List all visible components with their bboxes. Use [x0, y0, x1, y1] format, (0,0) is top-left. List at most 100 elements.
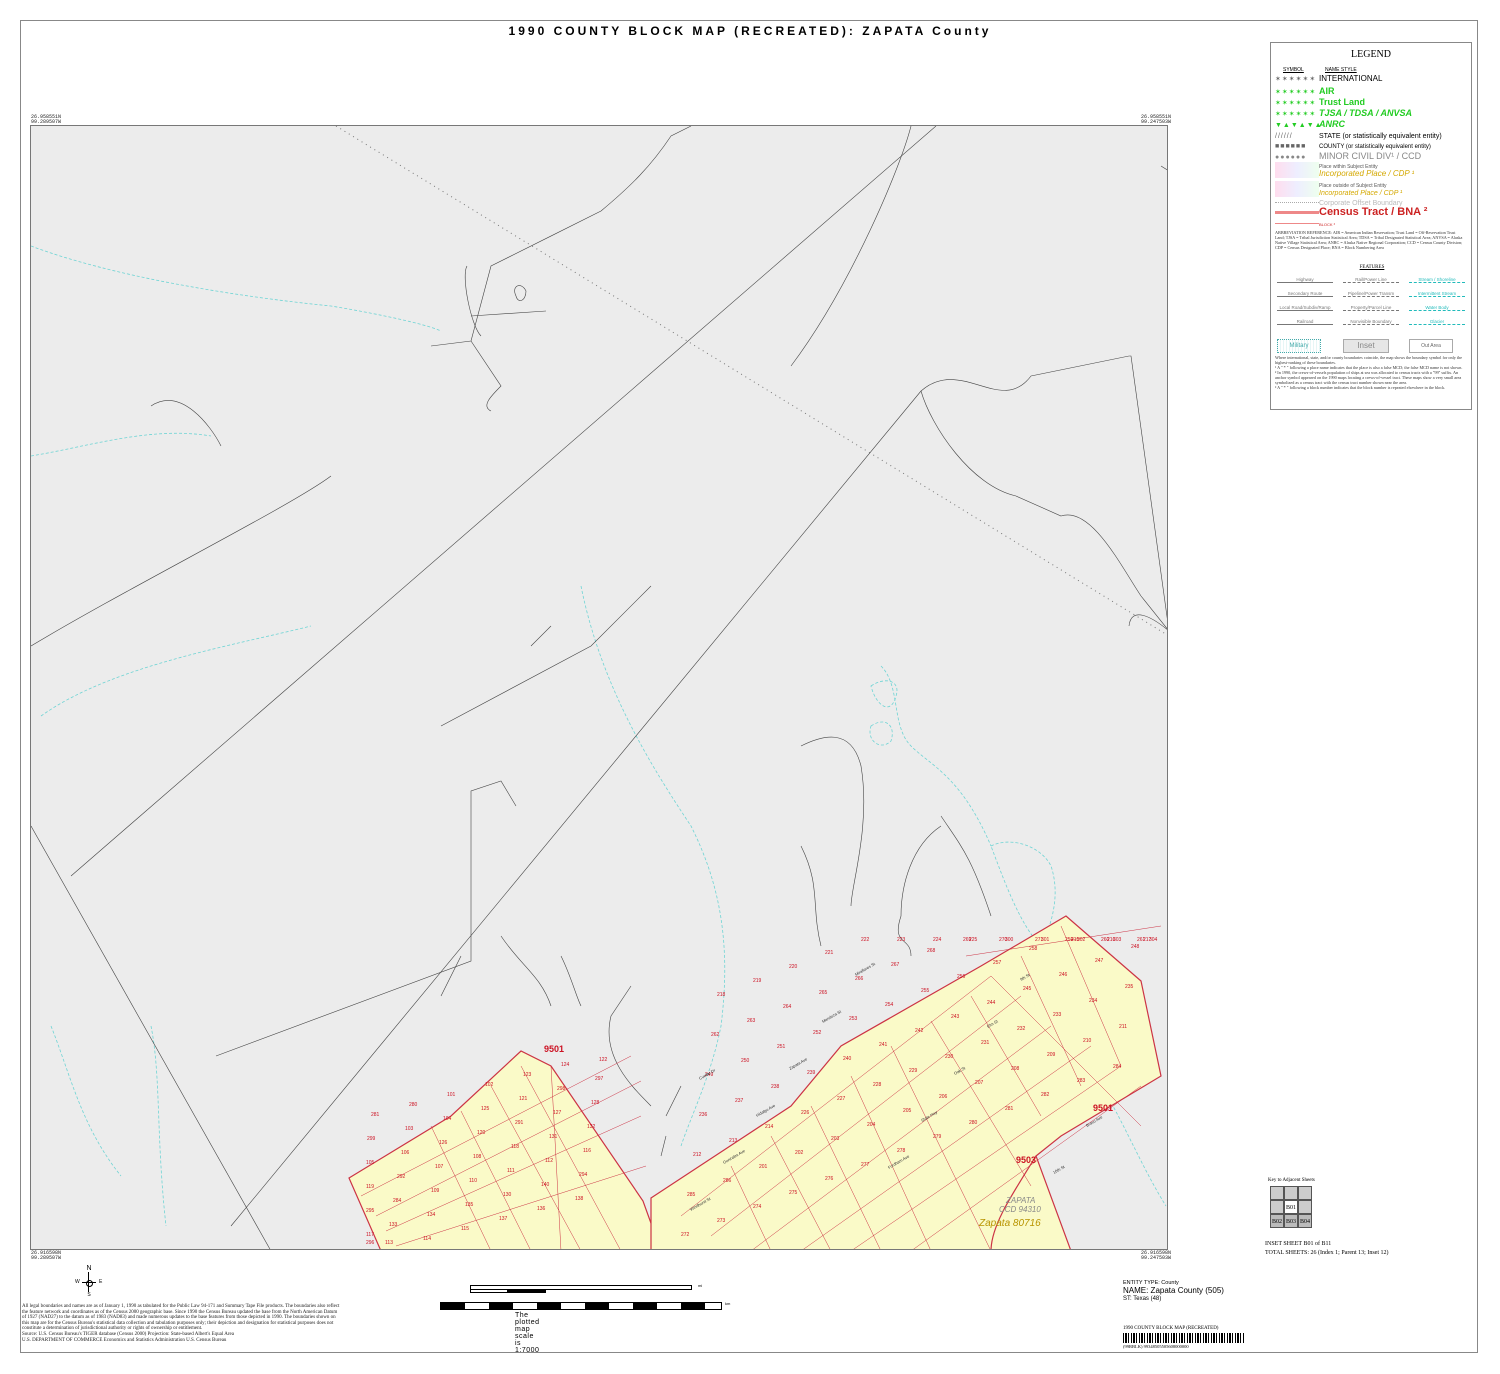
block-label: 227 [837, 1096, 846, 1102]
legend-item: ✶✶✶✶✶✶ TJSA / TDSA / ANVSA [1275, 108, 1413, 118]
place-label: Zapata 80716 [978, 1218, 1041, 1229]
block-label: 253 [849, 1016, 858, 1022]
inset-sheet-label: INSET SHEET B01 of B11 [1265, 1241, 1332, 1247]
legend-item: ✶✶✶✶✶✶ AIR [1275, 86, 1335, 96]
block-label: 245 [1023, 986, 1032, 992]
block-label: 119 [366, 1184, 374, 1190]
legend-symbol-header: SYMBOL [1283, 67, 1304, 73]
block-label: 267 [891, 962, 900, 968]
legend-abbreviations: ABBREVIATION REFERENCE: AIR = American I… [1275, 230, 1463, 250]
block-label: 277 [861, 1162, 870, 1168]
legend-item: ●●●●●● MINOR CIVIL DIV¹ / CCD [1275, 151, 1422, 161]
block-label: 206 [939, 1094, 948, 1100]
block-label: 205 [903, 1108, 912, 1114]
block-label: 299 [367, 1136, 376, 1142]
north-arrow-icon: N W E S [75, 1265, 103, 1298]
block-label: 265 [819, 990, 828, 996]
key-cell-b03[interactable]: B03 [1284, 1214, 1298, 1228]
street-label: Mendoza St [821, 1008, 843, 1023]
features-title: FEATURES [1359, 265, 1385, 270]
map-frame[interactable]: 9501 9501 9503 ZAPATA CCD 94310 Zapata 8… [30, 125, 1168, 1250]
block-label: 226 [801, 1110, 810, 1116]
block-label: 283 [1077, 1078, 1086, 1084]
map-title: 1990 COUNTY BLOCK MAP (RECREATED): ZAPAT… [508, 24, 992, 38]
block-label: 234 [1089, 998, 1098, 1004]
feature-legend-item: Local Road/Subdiv/Ramp [1277, 305, 1333, 311]
block-label: 281 [1005, 1106, 1014, 1112]
block-label: 214 [765, 1124, 774, 1130]
block-label: 297 [595, 1076, 604, 1082]
street-label: Cuellar Dr [698, 1067, 717, 1081]
block-label: 116 [583, 1148, 591, 1154]
block-label: 228 [873, 1082, 882, 1088]
block-label: 203 [831, 1136, 840, 1142]
block-label: 103 [405, 1126, 414, 1132]
block-label: 135 [465, 1202, 474, 1208]
block-label: 115 [461, 1226, 469, 1232]
block-label: 244 [987, 1000, 996, 1006]
block-label: 241 [879, 1042, 888, 1048]
legend-item: Incorporated Place / CDP ¹ [1275, 169, 1414, 179]
block-label: 235 [1125, 984, 1134, 990]
out-area-box: Out Area [1409, 339, 1453, 353]
block-label: 204 [867, 1122, 876, 1128]
block-label: 136 [537, 1206, 546, 1212]
block-label: 252 [813, 1030, 822, 1036]
block-label: 209 [1047, 1052, 1056, 1058]
block-label: 237 [735, 1098, 744, 1104]
legend-item: ▼▲▼▲▼▲ANRC [1275, 119, 1345, 129]
legend-item: //////STATE (or statistically equivalent… [1275, 133, 1442, 140]
block-label: 255 [921, 988, 930, 994]
block-label: 102 [485, 1082, 494, 1088]
ccd-name-label: ZAPATA [1005, 1196, 1035, 1205]
map-canvas: 9501 9501 9503 ZAPATA CCD 94310 Zapata 8… [31, 126, 1167, 1249]
feature-legend-item: Pipeline/Power Transm [1343, 291, 1399, 297]
block-label: 285 [687, 1192, 696, 1198]
key-cell-b01[interactable]: B01 [1284, 1200, 1298, 1214]
block-label: 211 [1119, 1024, 1127, 1030]
block-label: 304 [1149, 937, 1158, 943]
block-label: 233 [1053, 1012, 1062, 1018]
block-label: 121 [519, 1096, 528, 1102]
block-label: 117 [366, 1232, 374, 1238]
corner-bottom-left: 26.916598N 99.289507W [31, 1250, 62, 1261]
block-label: 219 [753, 978, 762, 984]
block-label: 108 [473, 1154, 482, 1160]
block-label: 295 [366, 1208, 375, 1214]
legend-item: ■■■■■■ COUNTY (or statistically equivalen… [1275, 143, 1431, 150]
block-label: 263 [747, 1018, 756, 1024]
block-label: 120 [477, 1130, 486, 1136]
tract-label-9501-east: 9501 [1093, 1103, 1113, 1113]
block-label: 243 [951, 1014, 960, 1020]
feature-legend-item: Railroad [1277, 319, 1333, 325]
feature-legend-item: Intermittent Stream [1409, 291, 1465, 297]
feature-legend-item: Rail/Power Line [1343, 277, 1399, 283]
key-cell-b02[interactable]: B02 [1270, 1214, 1284, 1228]
legend-item: ✶✶✶✶✶✶ Trust Land [1275, 97, 1366, 107]
block-label: 276 [825, 1176, 834, 1182]
block-label: 106 [401, 1150, 410, 1156]
block-label: 258 [1029, 946, 1038, 952]
feature-legend-item: Property/Parcel Line [1343, 305, 1399, 311]
block-label: 273 [717, 1218, 726, 1224]
block-label: 250 [741, 1058, 750, 1064]
block-label: 124 [561, 1062, 570, 1068]
block-label: 137 [499, 1216, 508, 1222]
block-label: 123 [523, 1072, 532, 1078]
block-label: 303 [1113, 937, 1122, 943]
key-sheets-title: Key to Adjacent Sheets [1268, 1178, 1315, 1183]
block-label: 284 [1113, 1064, 1122, 1070]
block-label: 239 [807, 1070, 816, 1076]
block-label: 224 [933, 937, 942, 943]
block-label: 223 [897, 937, 906, 943]
block-label: 256 [957, 974, 966, 980]
block-label: 202 [795, 1150, 804, 1156]
key-cell-b04[interactable]: B04 [1298, 1214, 1312, 1228]
block-label: 110 [469, 1178, 477, 1184]
block-label: 296 [366, 1240, 375, 1246]
block-label: 231 [981, 1040, 990, 1046]
block-label: 109 [431, 1188, 440, 1194]
block-label: 212 [693, 1152, 702, 1158]
ccd-code-label: CCD 94310 [999, 1205, 1041, 1214]
street-label: Zapata Ave [788, 1056, 809, 1071]
